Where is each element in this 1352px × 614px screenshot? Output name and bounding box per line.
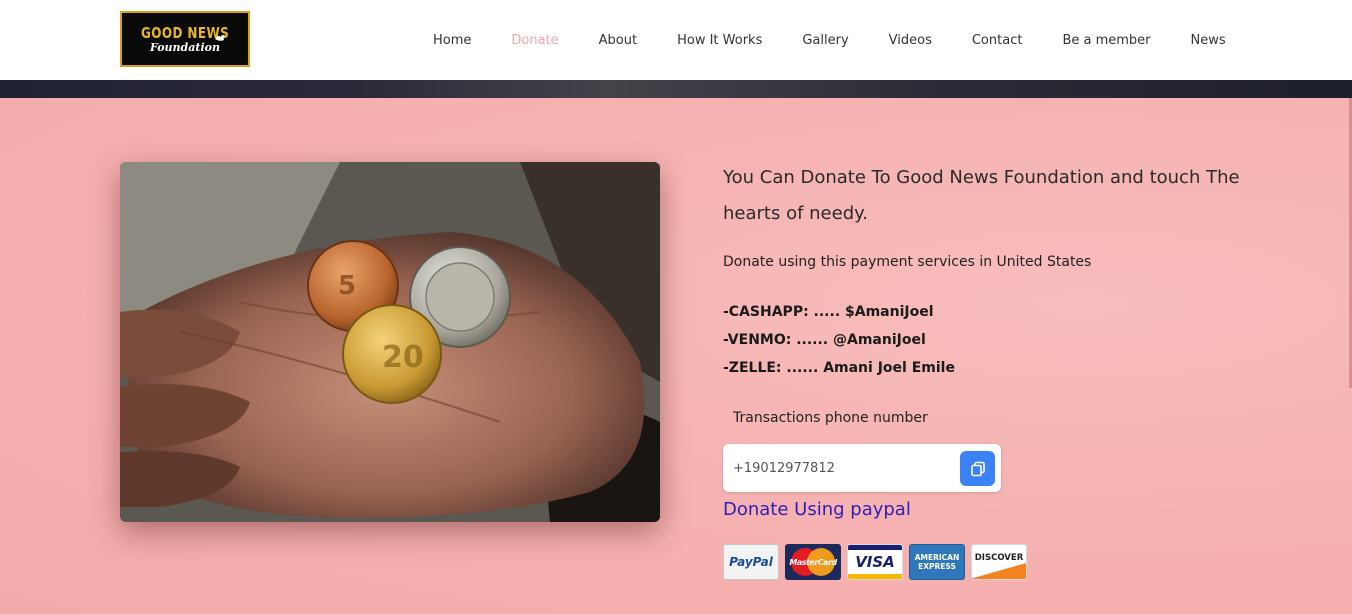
phone-field <box>723 444 1001 492</box>
payment-cards: PayPal MasterCard VISA AMERICAN EXPRESS … <box>723 544 1027 580</box>
donate-subintro: Donate using this payment services in Un… <box>723 254 1092 270</box>
nav-videos[interactable]: Videos <box>869 33 952 48</box>
nav-how-it-works[interactable]: How It Works <box>657 33 782 48</box>
copy-button[interactable] <box>960 451 995 486</box>
visa-card-logo: VISA <box>847 544 903 580</box>
method-zelle: -ZELLE: ...... Amani Joel Emile <box>723 360 955 376</box>
svg-text:5: 5 <box>338 271 356 301</box>
paypal-card-logo: PayPal <box>723 544 779 580</box>
nav-about[interactable]: About <box>579 33 657 48</box>
coins-in-hand-photo: 5 20 <box>120 162 660 522</box>
payment-methods: -CASHAPP: ..... $AmaniJoel -VENMO: .....… <box>723 298 955 382</box>
visa-card-text: VISA <box>855 553 895 571</box>
donate-paypal-link[interactable]: Donate Using paypal <box>723 499 911 520</box>
amex-card-text-line2: EXPRESS <box>918 562 956 571</box>
nav-contact[interactable]: Contact <box>952 33 1043 48</box>
discover-card-text: DISCOVER <box>974 553 1024 563</box>
hero-banner-strip <box>0 80 1352 98</box>
svg-text:20: 20 <box>382 340 424 375</box>
nav-news[interactable]: News <box>1171 33 1246 48</box>
nav-donate[interactable]: Donate <box>491 33 578 48</box>
logo-line2: Foundation <box>150 40 220 54</box>
site-logo[interactable]: GOOD NEWS Foundation <box>120 11 250 67</box>
dove-icon <box>215 34 225 41</box>
amex-card-logo: AMERICAN EXPRESS <box>909 544 965 580</box>
paypal-card-text: PayPal <box>729 555 773 569</box>
phone-label: Transactions phone number <box>733 410 928 426</box>
method-venmo: -VENMO: ...... @AmaniJoel <box>723 332 926 348</box>
nav-home[interactable]: Home <box>413 33 491 48</box>
discover-card-logo: DISCOVER <box>971 544 1027 580</box>
copy-icon <box>970 461 985 476</box>
main-nav: Home Donate About How It Works Gallery V… <box>413 0 1246 80</box>
nav-be-a-member[interactable]: Be a member <box>1042 33 1170 48</box>
phone-input[interactable] <box>733 456 953 480</box>
mastercard-card-logo: MasterCard <box>785 544 841 580</box>
amex-card-text-line1: AMERICAN <box>914 553 960 562</box>
method-cashapp: -CASHAPP: ..... $AmaniJoel <box>723 304 934 320</box>
donate-intro: You Can Donate To Good News Foundation a… <box>723 167 1240 224</box>
nav-gallery[interactable]: Gallery <box>782 33 868 48</box>
site-header: GOOD NEWS Foundation Home Donate About H… <box>0 0 1352 80</box>
coins-in-hand-illustration: 5 20 <box>120 162 660 522</box>
mastercard-card-text: MasterCard <box>789 557 837 567</box>
